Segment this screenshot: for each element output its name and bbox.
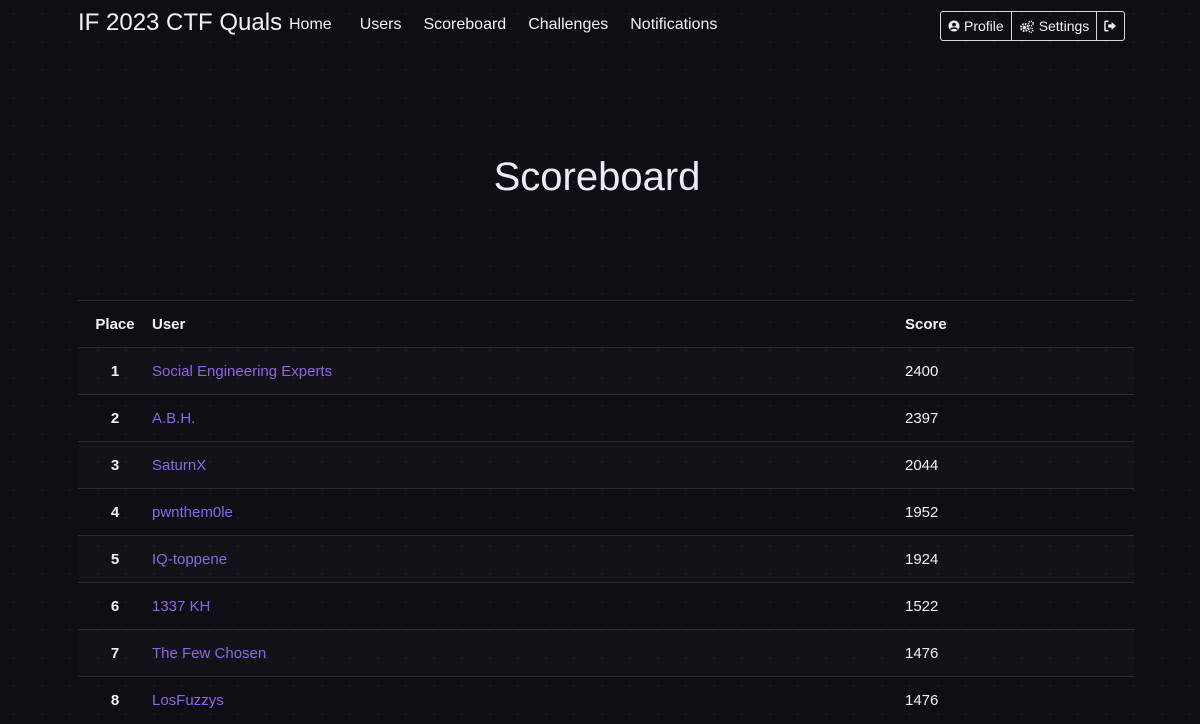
place-cell: 1 <box>78 347 152 395</box>
table-row: 4 pwnthem0le 1952 <box>78 488 1134 536</box>
score-cell: 1924 <box>905 535 1134 583</box>
profile-label: Profile <box>964 18 1004 34</box>
place-cell: 2 <box>78 394 152 442</box>
table-row: 3 SaturnX 2044 <box>78 441 1134 489</box>
table-row: 6 1337 KH 1522 <box>78 582 1134 630</box>
user-link[interactable]: The Few Chosen <box>152 645 266 662</box>
table-row: 1 Social Engineering Experts 2400 <box>78 347 1134 395</box>
page-title: Scoreboard <box>493 155 701 199</box>
logout-button[interactable] <box>1097 12 1124 40</box>
header-place: Place <box>78 300 152 348</box>
profile-button[interactable]: Profile <box>941 12 1012 40</box>
nav-scoreboard[interactable]: Scoreboard <box>412 16 517 34</box>
user-link[interactable]: 1337 KH <box>152 598 210 615</box>
table-header-row: Place User Score <box>78 300 1134 348</box>
sign-out-icon <box>1104 20 1117 32</box>
place-cell: 5 <box>78 535 152 583</box>
table-row: 7 The Few Chosen 1476 <box>78 629 1134 677</box>
table-row: 2 A.B.H. 2397 <box>78 394 1134 442</box>
nav-links: Home Users Scoreboard Challenges Notific… <box>278 16 728 34</box>
settings-button[interactable]: Settings <box>1012 12 1098 40</box>
score-cell: 1522 <box>905 582 1134 630</box>
user-link[interactable]: SaturnX <box>152 457 206 474</box>
user-link[interactable]: IQ-toppene <box>152 551 227 568</box>
place-cell: 4 <box>78 488 152 536</box>
score-cell: 2044 <box>905 441 1134 489</box>
table-row: 5 IQ-toppene 1924 <box>78 535 1134 583</box>
account-button-group: Profile Settings <box>940 11 1126 41</box>
user-circle-icon <box>948 20 960 32</box>
navbar: IF 2023 CTF Quals Home Users Scoreboard … <box>0 0 1200 52</box>
settings-label: Settings <box>1038 18 1090 34</box>
header-user: User <box>152 300 905 348</box>
user-link[interactable]: A.B.H. <box>152 410 195 427</box>
score-cell: 2400 <box>905 347 1134 395</box>
scoreboard-table: Place User Score 1 Social Engineering Ex… <box>78 300 1134 723</box>
nav-home[interactable]: Home <box>278 16 343 34</box>
gears-icon <box>1019 19 1035 33</box>
header-score: Score <box>905 300 1134 348</box>
place-cell: 8 <box>78 676 152 723</box>
score-cell: 1476 <box>905 676 1134 723</box>
place-cell: 6 <box>78 582 152 630</box>
nav-users[interactable]: Users <box>349 16 413 34</box>
score-cell: 1952 <box>905 488 1134 536</box>
place-cell: 7 <box>78 629 152 677</box>
place-cell: 3 <box>78 441 152 489</box>
score-cell: 1476 <box>905 629 1134 677</box>
nav-notifications[interactable]: Notifications <box>619 16 728 34</box>
user-link[interactable]: LosFuzzys <box>152 692 224 709</box>
brand-link[interactable]: IF 2023 CTF Quals <box>78 9 282 37</box>
table-row: 8 LosFuzzys 1476 <box>78 676 1134 723</box>
user-link[interactable]: pwnthem0le <box>152 504 233 521</box>
score-cell: 2397 <box>905 394 1134 442</box>
user-link[interactable]: Social Engineering Experts <box>152 363 332 380</box>
nav-challenges[interactable]: Challenges <box>517 16 619 34</box>
